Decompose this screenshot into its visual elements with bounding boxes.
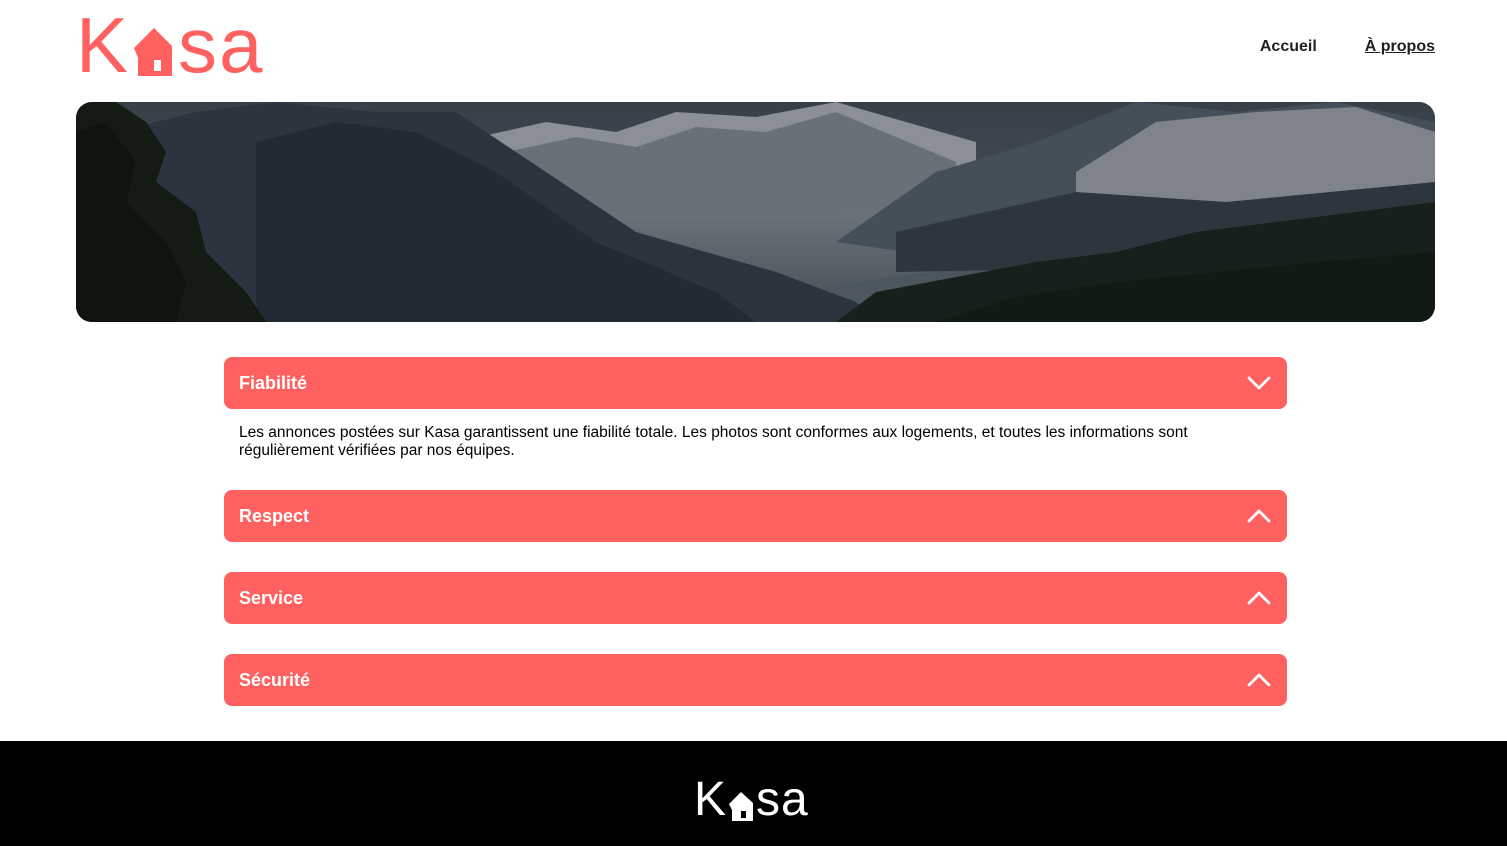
collapse-header-reliability[interactable]: Fiabilité (224, 357, 1287, 409)
kasa-logo[interactable]: K sa (76, 1, 265, 89)
collapse-content: Les annonces postées sur Kasa garantisse… (239, 424, 1188, 459)
nav-link-home[interactable]: Accueil (1260, 38, 1317, 56)
collapse-title: Sécurité (239, 669, 311, 690)
collapse-service: Service (224, 572, 1287, 624)
house-icon (729, 792, 754, 821)
collapse-respect: Respect (224, 490, 1287, 542)
site-header: K sa Accueil À propos (0, 0, 1507, 100)
about-banner (76, 102, 1435, 322)
mountain-landscape-image (76, 102, 1435, 322)
collapse-title: Fiabilité (239, 372, 308, 393)
collapse-header-service[interactable]: Service (224, 572, 1287, 624)
logo-letter-k: K (76, 1, 131, 89)
collapse-title: Respect (239, 505, 310, 526)
collapse-reliability: Fiabilité Les annonces postées sur Kasa … (224, 357, 1287, 460)
logo-letters-sa: sa (178, 1, 265, 89)
chevron-up-icon[interactable] (1247, 504, 1271, 528)
collapse-header-respect[interactable]: Respect (224, 490, 1287, 542)
collapse-title: Service (239, 587, 304, 608)
chevron-up-icon[interactable] (1247, 668, 1271, 692)
logo-letters-sa: sa (756, 773, 809, 826)
logo-letter-k: K (694, 773, 728, 826)
main-nav: Accueil À propos (1260, 38, 1435, 56)
chevron-up-icon[interactable] (1247, 586, 1271, 610)
nav-link-about[interactable]: À propos (1365, 38, 1435, 56)
collapse-security: Sécurité (224, 654, 1287, 706)
footer-logo: K sa (694, 773, 809, 826)
chevron-down-icon[interactable] (1247, 371, 1271, 395)
house-icon (134, 28, 173, 76)
collapse-header-security[interactable]: Sécurité (224, 654, 1287, 706)
